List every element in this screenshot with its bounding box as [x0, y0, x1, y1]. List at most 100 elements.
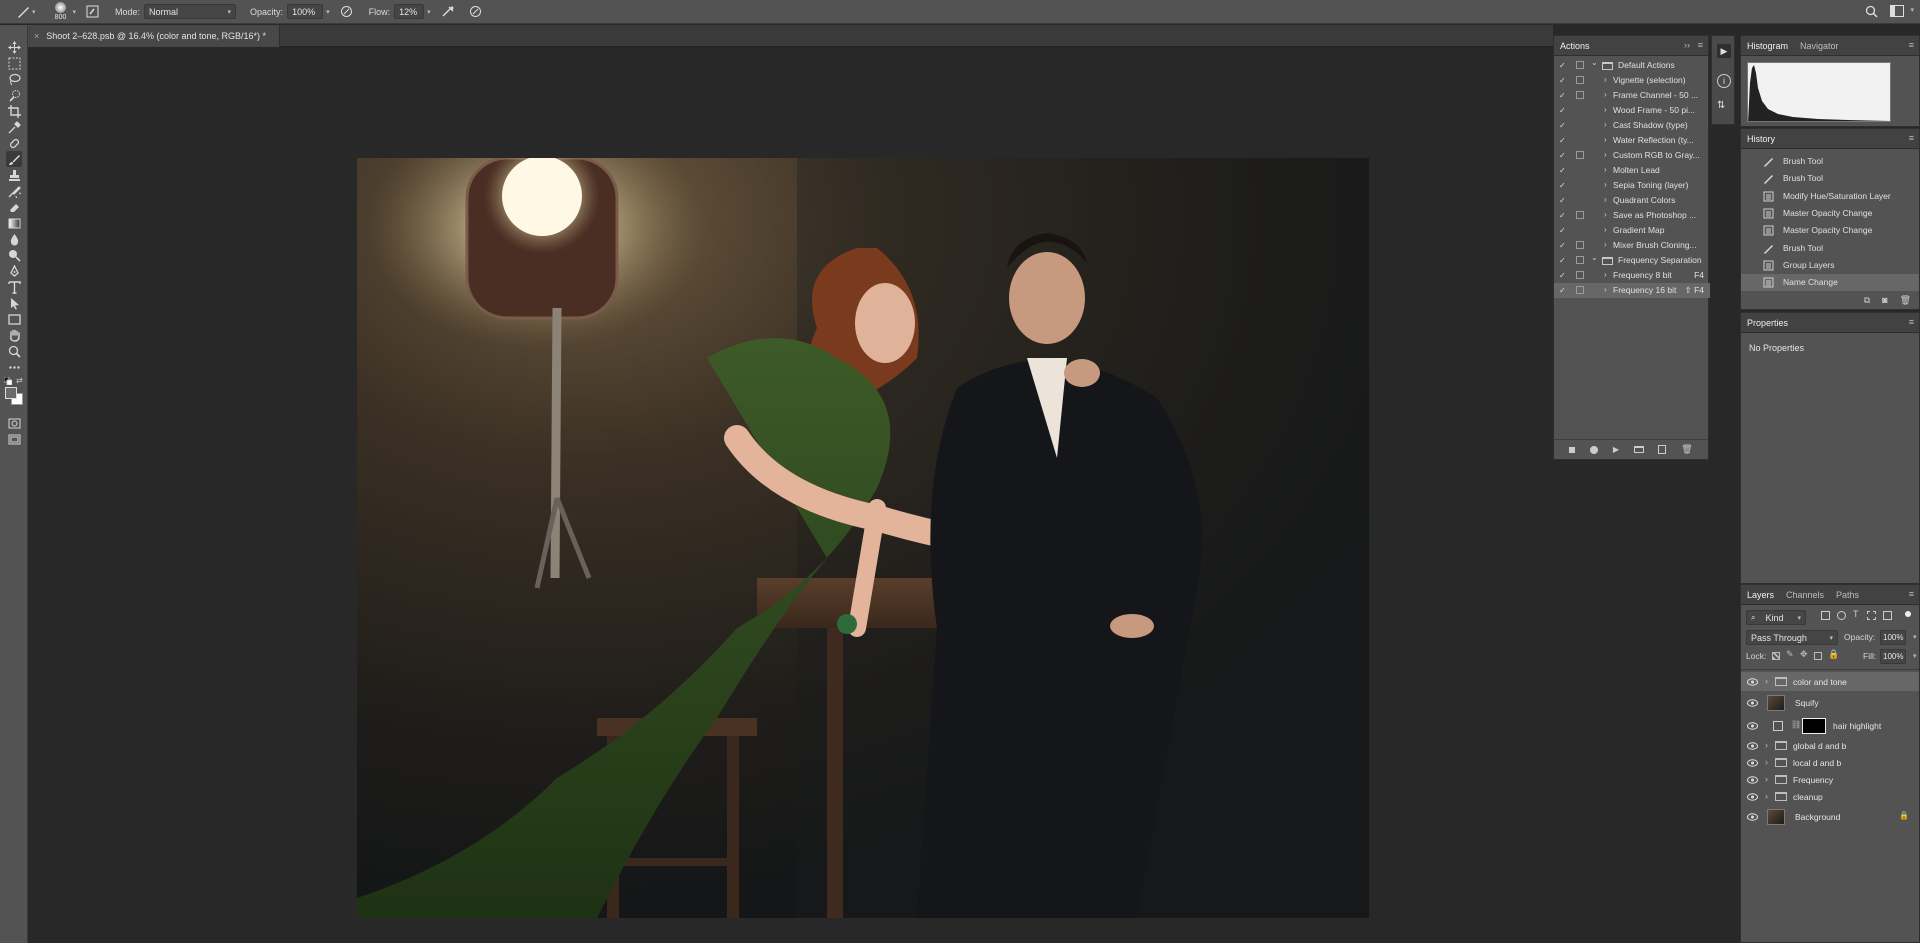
pressure-opacity-icon[interactable] — [340, 5, 353, 18]
history-state-row[interactable]: Brush Tool — [1741, 240, 1919, 257]
chevron-down-icon[interactable]: ⌄ — [1591, 253, 1598, 262]
link-icon[interactable]: ⛓ — [1791, 720, 1801, 729]
filter-smart-object-icon[interactable] — [1883, 611, 1892, 620]
default-colors-icon[interactable] — [3, 376, 13, 386]
brush-picker-caret[interactable]: ▾ — [73, 8, 77, 16]
layer-row[interactable]: Squify — [1741, 691, 1919, 714]
tab-actions[interactable]: Actions — [1560, 41, 1590, 51]
dialog-toggle-icon[interactable] — [1576, 61, 1584, 69]
checkmark-icon[interactable]: ✓ — [1559, 256, 1566, 265]
history-state-row[interactable]: Modify Hue/Saturation Layer — [1741, 188, 1919, 205]
checkmark-icon[interactable]: ✓ — [1559, 196, 1566, 205]
filter-type-icon[interactable]: T — [1853, 609, 1859, 619]
zoom-tool-icon[interactable] — [6, 343, 22, 359]
chevron-right-icon[interactable]: › — [1765, 774, 1768, 784]
info-panel-icon[interactable]: i — [1717, 74, 1731, 88]
action-row[interactable]: ✓ › Water Reflection (ty... — [1554, 133, 1710, 148]
chevron-right-icon[interactable]: › — [1604, 135, 1607, 144]
eye-icon[interactable] — [1747, 792, 1758, 803]
dialog-toggle-icon[interactable] — [1576, 256, 1584, 264]
history-state-row[interactable]: Brush Tool — [1741, 153, 1919, 170]
brush-size-preview[interactable]: 800 — [50, 1, 72, 23]
checkmark-icon[interactable]: ✓ — [1559, 151, 1566, 160]
checkmark-icon[interactable]: ✓ — [1559, 121, 1566, 130]
stop-icon[interactable] — [1569, 446, 1576, 453]
chevron-right-icon[interactable]: › — [1604, 75, 1607, 84]
dialog-toggle-icon[interactable] — [1576, 91, 1584, 99]
dodge-tool-icon[interactable] — [6, 247, 22, 263]
eyedropper-tool-icon[interactable] — [6, 119, 22, 135]
document-tab[interactable]: × Shoot 2–628.psb @ 16.4% (color and ton… — [28, 25, 280, 47]
chevron-right-icon[interactable]: › — [1604, 285, 1607, 294]
checkmark-icon[interactable]: ✓ — [1559, 241, 1566, 250]
chevron-right-icon[interactable]: › — [1604, 165, 1607, 174]
checkmark-icon[interactable]: ✓ — [1559, 136, 1566, 145]
brush-tool-preset-icon[interactable] — [16, 5, 30, 19]
chevron-right-icon[interactable]: › — [1604, 120, 1607, 129]
tab-properties[interactable]: Properties — [1747, 318, 1788, 328]
panel-menu-icon[interactable]: ≡ — [1909, 589, 1914, 599]
chevron-right-icon[interactable]: › — [1604, 210, 1607, 219]
action-row[interactable]: ✓ › Gradient Map — [1554, 223, 1710, 238]
action-row[interactable]: ✓ › Vignette (selection) — [1554, 73, 1710, 88]
pressure-size-icon[interactable] — [469, 5, 482, 18]
layer-filter-select[interactable]: ⌕ Kind ▾ — [1746, 610, 1806, 625]
dialog-toggle-icon[interactable] — [1576, 271, 1584, 279]
layer-opacity-caret[interactable]: ▾ — [1913, 633, 1917, 641]
airbrush-icon[interactable] — [441, 5, 455, 18]
action-row[interactable]: ✓ › Molten Lead — [1554, 163, 1710, 178]
opacity-slider-caret[interactable]: ▾ — [326, 8, 330, 16]
tab-channels[interactable]: Channels — [1786, 590, 1824, 600]
dialog-toggle-icon[interactable] — [1576, 76, 1584, 84]
layer-row[interactable]: › Frequency — [1741, 771, 1919, 788]
checkmark-icon[interactable]: ✓ — [1559, 166, 1566, 175]
path-selection-tool-icon[interactable] — [6, 295, 22, 311]
dialog-toggle-icon[interactable] — [1576, 151, 1584, 159]
panel-menu-icon[interactable]: ≡ — [1698, 40, 1703, 50]
type-tool-icon[interactable] — [6, 279, 22, 295]
action-row[interactable]: ✓ › Frequency 16 bit ⇧ F4 — [1554, 283, 1710, 298]
record-icon[interactable] — [1590, 445, 1599, 454]
marquee-tool-icon[interactable] — [6, 55, 22, 71]
flow-slider-caret[interactable]: ▾ — [427, 8, 431, 16]
screen-mode-icon[interactable] — [6, 431, 22, 447]
eye-icon[interactable] — [1747, 812, 1758, 823]
play-panel-icon[interactable]: ▶ — [1717, 44, 1731, 58]
chevron-right-icon[interactable]: › — [1604, 180, 1607, 189]
checkmark-icon[interactable]: ✓ — [1559, 76, 1566, 85]
checkmark-icon[interactable]: ✓ — [1559, 286, 1566, 295]
action-row[interactable]: ✓ › Mixer Brush Cloning... — [1554, 238, 1710, 253]
tab-history[interactable]: History — [1747, 134, 1775, 144]
action-row[interactable]: ✓ › Sepia Toning (layer) — [1554, 178, 1710, 193]
filter-pixel-icon[interactable] — [1821, 611, 1830, 620]
action-row[interactable]: ✓ › Cast Shadow (type) — [1554, 118, 1710, 133]
play-icon[interactable]: ▶ — [1613, 445, 1619, 454]
trash-icon[interactable]: 🗑 — [1900, 295, 1911, 306]
quick-selection-tool-icon[interactable] — [6, 87, 22, 103]
checkmark-icon[interactable]: ✓ — [1559, 181, 1566, 190]
tab-histogram[interactable]: Histogram — [1747, 41, 1788, 51]
lock-position-icon[interactable]: ✥ — [1800, 649, 1808, 660]
eraser-tool-icon[interactable] — [6, 199, 22, 215]
eye-icon[interactable] — [1747, 741, 1758, 752]
layer-row[interactable]: › local d and b — [1741, 754, 1919, 771]
swap-colors-icon[interactable]: ⇄ — [16, 376, 23, 385]
rectangle-tool-icon[interactable] — [6, 311, 22, 327]
lock-all-icon[interactable]: 🔒 — [1828, 649, 1839, 660]
document-image[interactable] — [357, 108, 1369, 918]
close-icon[interactable]: × — [34, 31, 39, 41]
history-state-row[interactable]: Brush Tool — [1741, 170, 1919, 187]
action-row[interactable]: ✓ › Wood Frame - 50 pi... — [1554, 103, 1710, 118]
filter-toggle-icon[interactable] — [1905, 611, 1911, 617]
tab-layers[interactable]: Layers — [1747, 590, 1774, 600]
action-set-row[interactable]: ✓ ⌄ Default Actions — [1554, 58, 1710, 73]
chevron-right-icon[interactable]: › — [1765, 740, 1768, 750]
layer-row[interactable]: ⛓ hair highlight — [1741, 714, 1919, 737]
chevron-right-icon[interactable]: › — [1604, 225, 1607, 234]
tab-paths[interactable]: Paths — [1836, 590, 1859, 600]
action-row[interactable]: ✓ › Frame Channel - 50 ... — [1554, 88, 1710, 103]
panel-menu-icon[interactable]: ≡ — [1909, 40, 1914, 50]
mode-select[interactable]: Normal ▾ — [144, 4, 237, 19]
history-brush-tool-icon[interactable] — [6, 183, 22, 199]
crop-tool-icon[interactable] — [6, 103, 22, 119]
